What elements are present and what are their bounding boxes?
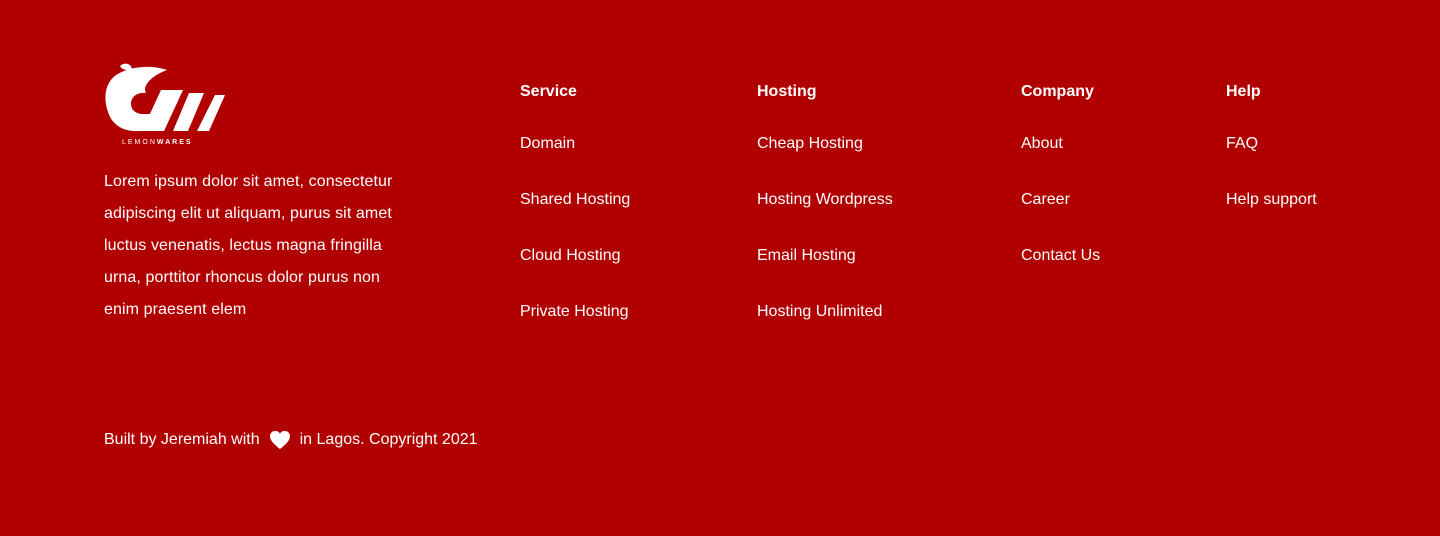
- lemonwares-logo[interactable]: LEMONWARES: [104, 62, 228, 148]
- footer-link-item: Career: [1021, 188, 1100, 244]
- hosting-unlimited-link[interactable]: Hosting Unlimited: [757, 303, 882, 320]
- help-links: FAQ Help support: [1226, 132, 1317, 244]
- company-links: About Career Contact Us: [1021, 132, 1100, 300]
- footer-link-item: Hosting Wordpress: [757, 188, 893, 244]
- footer-link-item: Private Hosting: [520, 300, 630, 356]
- footer-link-item: Domain: [520, 132, 630, 188]
- contact-us-link[interactable]: Contact Us: [1021, 247, 1100, 264]
- faq-link[interactable]: FAQ: [1226, 135, 1258, 152]
- shared-hosting-link[interactable]: Shared Hosting: [520, 191, 630, 208]
- copyright-text-start: Built by Jeremiah with: [104, 431, 260, 448]
- help-heading: Help: [1226, 83, 1261, 100]
- company-heading: Company: [1021, 83, 1094, 100]
- footer-link-item: Cloud Hosting: [520, 244, 630, 300]
- cheap-hosting-link[interactable]: Cheap Hosting: [757, 135, 863, 152]
- footer-link-item: FAQ: [1226, 132, 1317, 188]
- hosting-links: Cheap Hosting Hosting Wordpress Email Ho…: [757, 132, 893, 356]
- footer-link-item: Contact Us: [1021, 244, 1100, 300]
- career-link[interactable]: Career: [1021, 191, 1070, 208]
- cloud-hosting-link[interactable]: Cloud Hosting: [520, 247, 621, 264]
- heart-icon: [269, 430, 290, 450]
- service-column: Service Domain Shared Hosting Cloud Host…: [520, 80, 630, 356]
- footer-link-item: Email Hosting: [757, 244, 893, 300]
- hosting-column: Hosting Cheap Hosting Hosting Wordpress …: [757, 80, 893, 356]
- company-description: Lorem ipsum dolor sit amet, consectetur …: [104, 173, 393, 318]
- service-heading: Service: [520, 83, 577, 100]
- site-footer: LEMONWARES Lorem ipsum dolor sit amet, c…: [0, 0, 1440, 536]
- help-column: Help FAQ Help support: [1226, 80, 1317, 244]
- domain-link[interactable]: Domain: [520, 135, 575, 152]
- footer-link-item: About: [1021, 132, 1100, 188]
- hosting-wordpress-link[interactable]: Hosting Wordpress: [757, 191, 893, 208]
- footer-link-item: Cheap Hosting: [757, 132, 893, 188]
- copyright-text-end: in Lagos. Copyright 2021: [299, 431, 478, 448]
- logo-text-bold: WARES: [157, 139, 193, 146]
- svg-text:LEMONWARES: LEMONWARES: [122, 139, 193, 146]
- company-column: Company About Career Contact Us: [1021, 80, 1100, 300]
- service-links: Domain Shared Hosting Cloud Hosting Priv…: [520, 132, 630, 356]
- footer-link-item: Shared Hosting: [520, 188, 630, 244]
- copyright-line: Built by Jeremiah with in Lagos. Copyrig…: [104, 428, 478, 452]
- footer-link-item: Help support: [1226, 188, 1317, 244]
- brand-section: LEMONWARES Lorem ipsum dolor sit amet, c…: [104, 62, 404, 326]
- footer-link-item: Hosting Unlimited: [757, 300, 893, 356]
- private-hosting-link[interactable]: Private Hosting: [520, 303, 629, 320]
- hosting-heading: Hosting: [757, 83, 817, 100]
- help-support-link[interactable]: Help support: [1226, 191, 1317, 208]
- logo-text-light: LEMON: [122, 139, 157, 146]
- email-hosting-link[interactable]: Email Hosting: [757, 247, 856, 264]
- about-link[interactable]: About: [1021, 135, 1063, 152]
